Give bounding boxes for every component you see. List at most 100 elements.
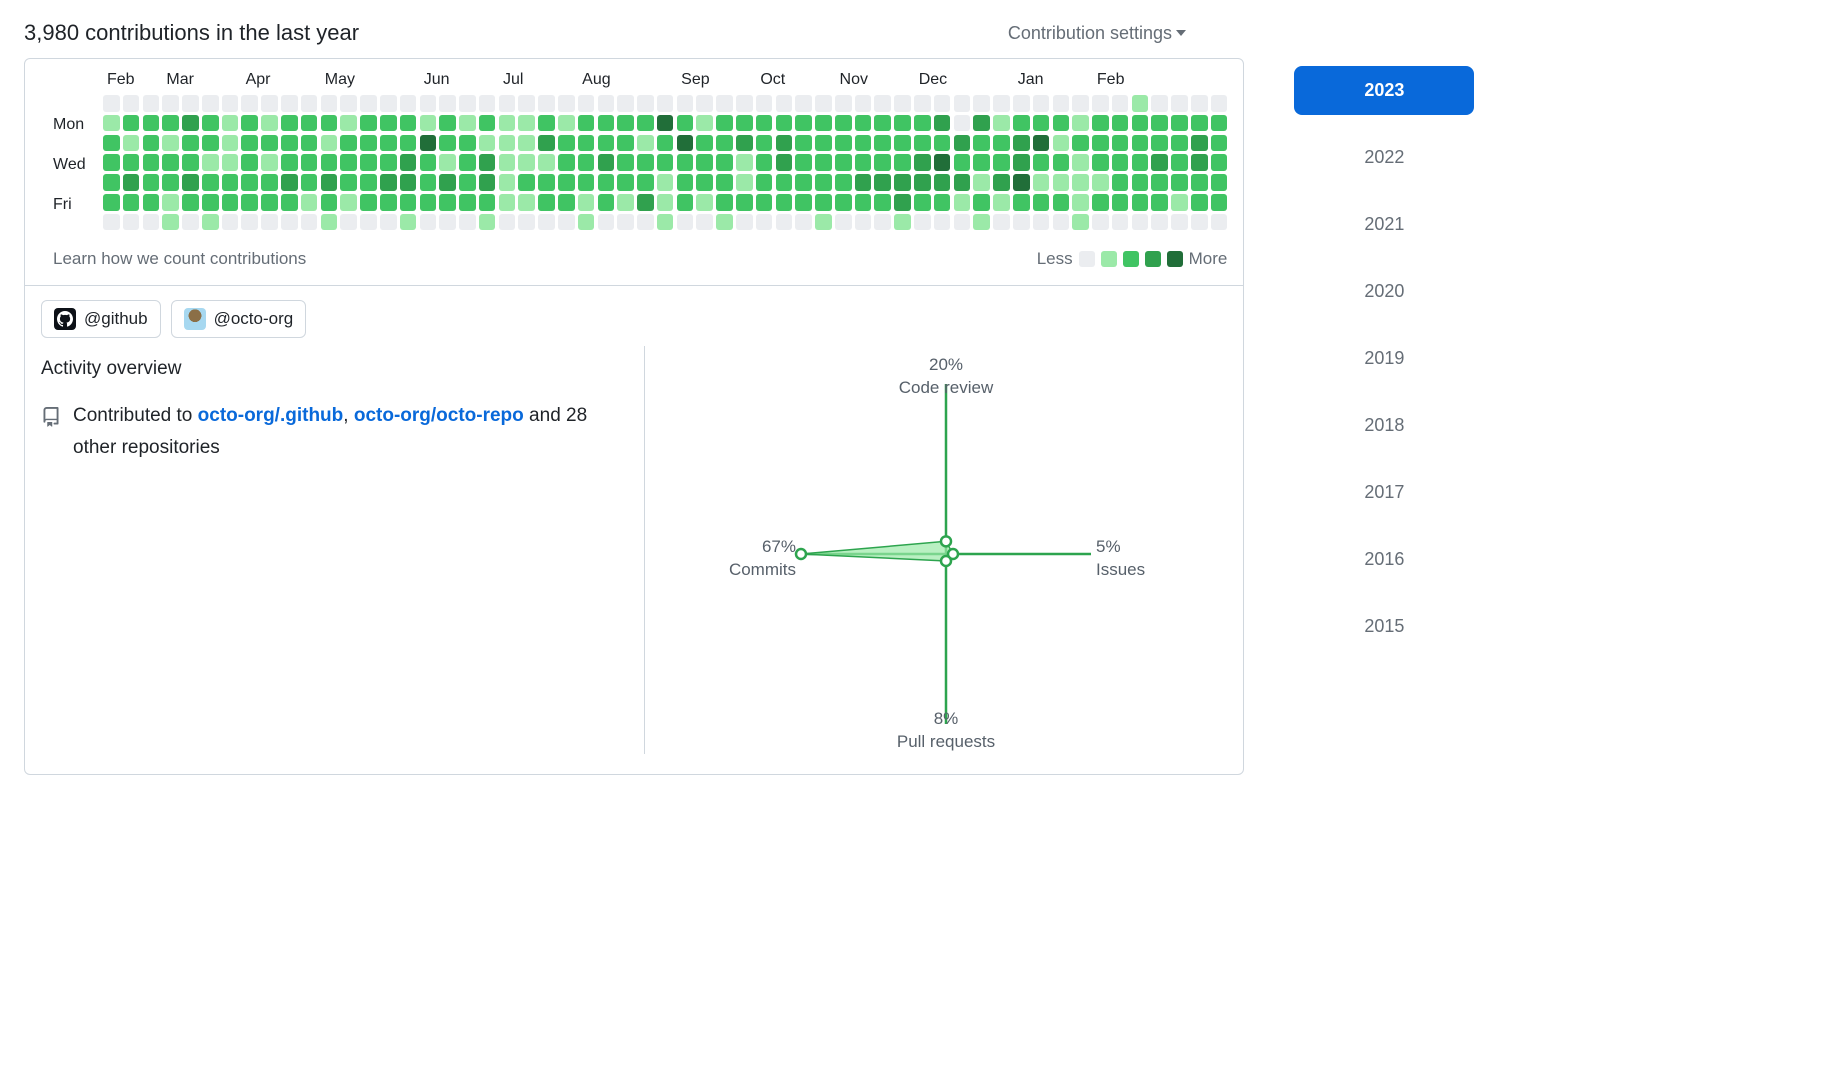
contribution-cell[interactable] — [479, 95, 496, 112]
contribution-cell[interactable] — [1211, 135, 1228, 152]
contribution-cell[interactable] — [340, 135, 357, 152]
contribution-cell[interactable] — [162, 154, 179, 171]
contribution-cell[interactable] — [103, 95, 120, 112]
contribution-cell[interactable] — [696, 214, 713, 231]
contribution-cell[interactable] — [1112, 214, 1129, 231]
contribution-cell[interactable] — [914, 135, 931, 152]
contribution-cell[interactable] — [1033, 95, 1050, 112]
contribution-cell[interactable] — [162, 214, 179, 231]
contribution-cell[interactable] — [400, 214, 417, 231]
year-filter-2023[interactable]: 2023 — [1294, 66, 1474, 115]
contribution-cell[interactable] — [637, 135, 654, 152]
contribution-cell[interactable] — [1072, 154, 1089, 171]
contribution-cell[interactable] — [143, 174, 160, 191]
contribution-cell[interactable] — [538, 115, 555, 132]
contribution-cell[interactable] — [143, 135, 160, 152]
contribution-cell[interactable] — [973, 214, 990, 231]
contribution-cell[interactable] — [340, 95, 357, 112]
contribution-cell[interactable] — [241, 95, 258, 112]
contribution-cell[interactable] — [182, 115, 199, 132]
contribution-cell[interactable] — [518, 95, 535, 112]
contribution-cell[interactable] — [1112, 174, 1129, 191]
contribution-cell[interactable] — [499, 214, 516, 231]
contribution-cell[interactable] — [321, 174, 338, 191]
contribution-cell[interactable] — [420, 115, 437, 132]
contribution-cell[interactable] — [1112, 115, 1129, 132]
contribution-heatmap[interactable] — [103, 95, 1227, 230]
contribution-cell[interactable] — [578, 95, 595, 112]
contribution-cell[interactable] — [835, 95, 852, 112]
contribution-cell[interactable] — [617, 214, 634, 231]
contribution-cell[interactable] — [1191, 194, 1208, 211]
contribution-cell[interactable] — [558, 174, 575, 191]
contribution-cell[interactable] — [400, 174, 417, 191]
contribution-cell[interactable] — [281, 95, 298, 112]
contribution-cell[interactable] — [321, 115, 338, 132]
contribution-cell[interactable] — [380, 135, 397, 152]
contribution-cell[interactable] — [340, 214, 357, 231]
contribution-cell[interactable] — [756, 115, 773, 132]
contribution-cell[interactable] — [222, 214, 239, 231]
contribution-cell[interactable] — [1151, 214, 1168, 231]
contribution-cell[interactable] — [380, 214, 397, 231]
contribution-cell[interactable] — [677, 174, 694, 191]
contribution-cell[interactable] — [1072, 174, 1089, 191]
contribution-cell[interactable] — [301, 95, 318, 112]
contribution-cell[interactable] — [182, 174, 199, 191]
contribution-cell[interactable] — [1033, 154, 1050, 171]
contribution-cell[interactable] — [1132, 214, 1149, 231]
year-filter-2016[interactable]: 2016 — [1294, 535, 1474, 584]
contribution-cell[interactable] — [558, 135, 575, 152]
contribution-cell[interactable] — [360, 194, 377, 211]
contribution-cell[interactable] — [459, 194, 476, 211]
contribution-cell[interactable] — [479, 214, 496, 231]
contribution-cell[interactable] — [538, 135, 555, 152]
contribution-cell[interactable] — [954, 174, 971, 191]
contribution-cell[interactable] — [420, 174, 437, 191]
contribution-cell[interactable] — [815, 95, 832, 112]
contribution-cell[interactable] — [874, 154, 891, 171]
contribution-cell[interactable] — [162, 115, 179, 132]
contribution-cell[interactable] — [815, 135, 832, 152]
contribution-cell[interactable] — [538, 214, 555, 231]
contribution-cell[interactable] — [123, 135, 140, 152]
contribution-cell[interactable] — [776, 194, 793, 211]
contribution-cell[interactable] — [894, 214, 911, 231]
contribution-cell[interactable] — [1072, 95, 1089, 112]
contribution-cell[interactable] — [420, 214, 437, 231]
contribution-cell[interactable] — [776, 174, 793, 191]
contribution-cell[interactable] — [617, 154, 634, 171]
contribution-cell[interactable] — [617, 115, 634, 132]
contribution-cell[interactable] — [479, 135, 496, 152]
contribution-cell[interactable] — [321, 194, 338, 211]
contribution-cell[interactable] — [1112, 194, 1129, 211]
contribution-cell[interactable] — [261, 154, 278, 171]
contribution-cell[interactable] — [182, 154, 199, 171]
contribution-cell[interactable] — [558, 115, 575, 132]
contribution-cell[interactable] — [894, 194, 911, 211]
contribution-cell[interactable] — [855, 194, 872, 211]
contribution-cell[interactable] — [855, 135, 872, 152]
contribution-cell[interactable] — [1132, 154, 1149, 171]
contribution-cell[interactable] — [657, 154, 674, 171]
contribution-cell[interactable] — [677, 154, 694, 171]
contribution-cell[interactable] — [1132, 135, 1149, 152]
contribution-cell[interactable] — [776, 214, 793, 231]
contribution-cell[interactable] — [182, 214, 199, 231]
contribution-cell[interactable] — [518, 174, 535, 191]
contribution-cell[interactable] — [934, 135, 951, 152]
contribution-cell[interactable] — [578, 214, 595, 231]
contribution-cell[interactable] — [795, 95, 812, 112]
contribution-cell[interactable] — [222, 115, 239, 132]
contribution-cell[interactable] — [815, 154, 832, 171]
contribution-cell[interactable] — [241, 214, 258, 231]
contribution-cell[interactable] — [1191, 154, 1208, 171]
contribution-cell[interactable] — [479, 194, 496, 211]
contribution-cell[interactable] — [1171, 194, 1188, 211]
contribution-cell[interactable] — [321, 95, 338, 112]
contribution-cell[interactable] — [518, 194, 535, 211]
contribution-cell[interactable] — [1211, 154, 1228, 171]
contribution-cell[interactable] — [459, 135, 476, 152]
contribution-cell[interactable] — [716, 194, 733, 211]
contribution-cell[interactable] — [874, 174, 891, 191]
